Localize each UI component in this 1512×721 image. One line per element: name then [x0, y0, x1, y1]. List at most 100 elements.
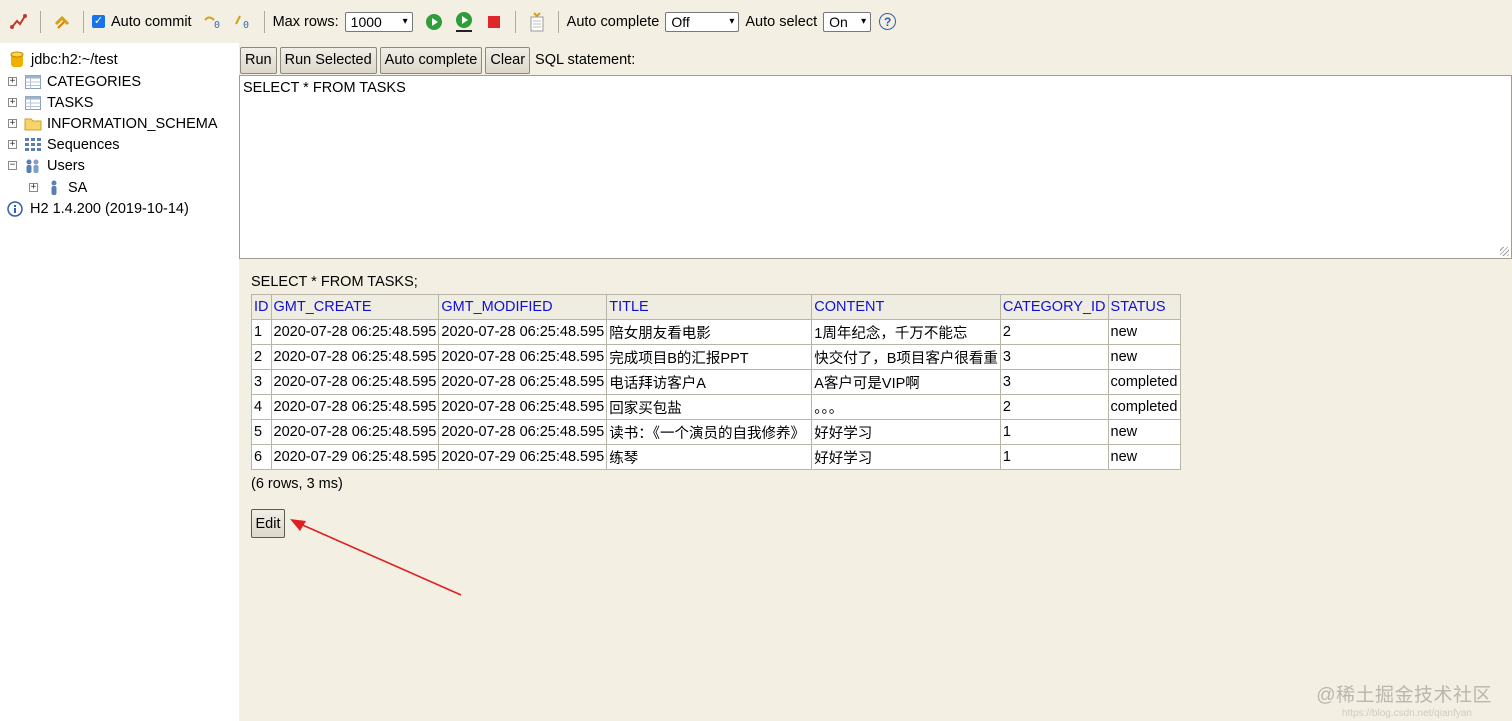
table-cell: 2020-07-28 06:25:48.595: [438, 344, 608, 370]
database-icon: [8, 51, 26, 69]
table-row: 3 2020-07-28 06:25:48.595 2020-07-28 06:…: [251, 369, 1181, 395]
expand-icon[interactable]: +: [29, 183, 38, 192]
table-cell: 2020-07-29 06:25:48.595: [270, 444, 440, 470]
user-icon: [45, 179, 63, 197]
expand-icon[interactable]: +: [8, 119, 17, 128]
tree-item-users[interactable]: − Users: [8, 155, 85, 176]
table-row: 1 2020-07-28 06:25:48.595 2020-07-28 06:…: [251, 319, 1181, 345]
run-icon[interactable]: [423, 11, 445, 33]
folder-icon: [24, 115, 42, 133]
expand-icon[interactable]: +: [8, 140, 17, 149]
table-cell: 1: [251, 319, 272, 345]
table-cell: 5: [251, 419, 272, 445]
edit-button[interactable]: Edit: [251, 509, 285, 538]
max-rows-value: 1000: [350, 13, 382, 30]
run-button[interactable]: Run: [240, 46, 277, 74]
toolbar-separator: [40, 10, 41, 33]
svg-text:0: 0: [214, 20, 220, 31]
clear-button[interactable]: Clear: [485, 46, 531, 74]
svg-text:0: 0: [243, 20, 249, 31]
watermark-url: https://blog.csdn.net/qianfyan: [1341, 708, 1472, 719]
tree-item-tasks[interactable]: + TASKS: [8, 92, 93, 113]
check-icon: ✓: [92, 15, 105, 28]
sql-statement-label: SQL statement:: [535, 52, 636, 68]
column-header[interactable]: STATUS: [1107, 294, 1181, 320]
collapse-icon[interactable]: −: [8, 161, 17, 170]
rollback-icon[interactable]: 0: [202, 11, 224, 33]
table-cell: new: [1107, 444, 1181, 470]
sql-editor[interactable]: SELECT * FROM TASKS: [239, 75, 1512, 259]
table-cell: 电话拜访客户A: [606, 369, 813, 395]
auto-select-select[interactable]: On ▾: [823, 11, 872, 32]
run-selected-button[interactable]: Run Selected: [279, 46, 377, 74]
toolbar-separator: [83, 10, 84, 33]
table-cell: 2020-07-28 06:25:48.595: [438, 419, 608, 445]
auto-complete-label: Auto complete: [566, 13, 660, 30]
table-cell: 2020-07-29 06:25:48.595: [438, 444, 608, 470]
table-cell: 好好学习: [811, 419, 1001, 445]
table-cell: 2020-07-28 06:25:48.595: [270, 394, 440, 420]
table-cell: A客户可是VIP啊: [811, 369, 1001, 395]
column-header[interactable]: TITLE: [606, 294, 813, 320]
result-info: (6 rows, 3 ms): [251, 476, 343, 492]
tree-item-categories[interactable]: + CATEGORIES: [8, 71, 141, 92]
tree-item-label: SA: [68, 179, 88, 196]
stop-icon[interactable]: [483, 11, 505, 33]
table-row: 5 2020-07-28 06:25:48.595 2020-07-28 06:…: [251, 419, 1181, 445]
table-cell: completed: [1107, 369, 1181, 395]
auto-commit-checkbox[interactable]: ✓ Auto commit: [92, 14, 198, 30]
sql-editor-text: SELECT * FROM TASKS: [243, 80, 406, 96]
auto-complete-select[interactable]: Off ▾: [665, 11, 740, 32]
max-rows-label: Max rows:: [272, 13, 339, 30]
disconnect-icon[interactable]: [8, 11, 30, 33]
table-cell: 1: [999, 419, 1109, 445]
table-cell: 快交付了，B项目客户很看重: [811, 344, 1001, 370]
annotation-arrow-icon: [290, 519, 462, 596]
history-icon[interactable]: [526, 11, 548, 33]
run-selected-icon[interactable]: [453, 11, 475, 33]
sql-button-row: Run Run Selected Auto complete Clear SQL…: [240, 46, 635, 74]
info-icon: [6, 200, 24, 218]
table-cell: 1: [999, 444, 1109, 470]
tree-item-label: CATEGORIES: [47, 73, 141, 90]
commit-icon[interactable]: 0: [232, 11, 254, 33]
table-cell: 陪女朋友看电影: [606, 319, 813, 345]
tree-item-sequences[interactable]: + Sequences: [8, 134, 120, 155]
table-cell: 2: [251, 344, 272, 370]
tree-item-label: Sequences: [47, 136, 120, 153]
watermark: @稀土掘金技术社区: [1316, 685, 1492, 706]
refresh-icon[interactable]: [51, 11, 73, 33]
result-query: SELECT * FROM TASKS;: [251, 274, 418, 290]
resize-grip-icon[interactable]: [1500, 247, 1509, 256]
schema-tree: jdbc:h2:~/test + CATEGORIES + TASKS + IN…: [0, 43, 239, 721]
table-cell: new: [1107, 419, 1181, 445]
table-cell: 2020-07-28 06:25:48.595: [438, 369, 608, 395]
chevron-down-icon: ▾: [729, 16, 735, 27]
table-cell: 2: [999, 394, 1109, 420]
connection-label: jdbc:h2:~/test: [31, 51, 118, 68]
expand-icon[interactable]: +: [8, 77, 17, 86]
tree-item-information-schema[interactable]: + INFORMATION_SCHEMA: [8, 113, 218, 134]
tree-item-label: Users: [47, 157, 85, 174]
table-cell: 。。。: [811, 394, 1001, 420]
column-header[interactable]: GMT_MODIFIED: [438, 294, 608, 320]
expand-icon[interactable]: +: [8, 98, 17, 107]
help-icon[interactable]: ?: [879, 13, 897, 30]
column-header[interactable]: ID: [251, 294, 272, 320]
tree-connection[interactable]: jdbc:h2:~/test: [8, 49, 118, 70]
auto-complete-button[interactable]: Auto complete: [379, 46, 483, 74]
tree-item-label: TASKS: [47, 94, 94, 111]
column-header[interactable]: CONTENT: [811, 294, 1001, 320]
tree-item-user-sa[interactable]: + SA: [29, 177, 87, 198]
table-cell: 1周年纪念，千万不能忘: [811, 319, 1001, 345]
table-cell: new: [1107, 344, 1181, 370]
users-icon: [24, 157, 42, 175]
max-rows-select[interactable]: 1000 ▾: [344, 11, 413, 32]
table-cell: 2020-07-28 06:25:48.595: [270, 319, 440, 345]
table-cell: 读书：《一个演员的自我修养》: [606, 419, 813, 445]
column-header[interactable]: GMT_CREATE: [270, 294, 440, 320]
table-icon: [24, 94, 42, 112]
column-header[interactable]: CATEGORY_ID: [999, 294, 1109, 320]
auto-commit-label: Auto commit: [111, 13, 192, 30]
tree-item-label: INFORMATION_SCHEMA: [47, 115, 218, 132]
